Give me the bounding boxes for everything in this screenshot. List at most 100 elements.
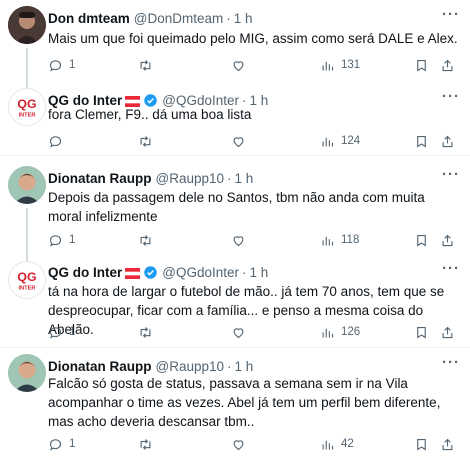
- views-button[interactable]: 126: [320, 323, 360, 341]
- timestamp[interactable]: 1 h: [235, 171, 254, 186]
- author-handle[interactable]: @QGdoInter: [162, 265, 239, 280]
- bookmark-button[interactable]: [414, 323, 429, 341]
- author-name[interactable]: Dionatan Raupp: [48, 359, 152, 374]
- author-name[interactable]: Don dmteam: [48, 11, 130, 26]
- reply-button[interactable]: [48, 132, 69, 150]
- svg-text:QG: QG: [17, 97, 36, 111]
- share-button[interactable]: [440, 56, 455, 74]
- tweet[interactable]: Don dmteam @DonDmteam · 1 h ··· Mais um …: [0, 0, 470, 82]
- share-button[interactable]: [440, 132, 455, 150]
- svg-text:QG: QG: [17, 270, 36, 284]
- retweet-icon: [140, 59, 151, 71]
- tweet-text: Mais um que foi queimado pelo MIG, assim…: [48, 31, 458, 46]
- timeline-feed: Don dmteam @DonDmteam · 1 h ··· Mais um …: [0, 0, 470, 457]
- author-handle[interactable]: @DonDmteam: [134, 11, 223, 26]
- like-button[interactable]: [231, 231, 252, 249]
- author-handle[interactable]: @Raupp10: [156, 171, 225, 186]
- avatar[interactable]: QG INTER: [8, 261, 46, 299]
- views-button[interactable]: 124: [320, 132, 360, 150]
- timestamp[interactable]: 1 h: [235, 359, 254, 374]
- tweet[interactable]: QG INTER QG do Inter @QGdoInter · 1 h ··…: [0, 82, 470, 154]
- bookmark-icon: [417, 135, 426, 148]
- views-button[interactable]: 118: [320, 231, 359, 249]
- share-button[interactable]: [440, 323, 455, 341]
- tweet[interactable]: Dionatan Raupp @Raupp10 · 1 h ··· Falcão…: [0, 348, 470, 457]
- svg-text:INTER: INTER: [18, 285, 35, 291]
- author-name[interactable]: Dionatan Raupp: [48, 171, 152, 186]
- more-options-icon[interactable]: ···: [442, 88, 460, 105]
- share-icon: [442, 326, 453, 338]
- share-icon: [442, 234, 453, 246]
- views-icon: [322, 440, 334, 449]
- avatar[interactable]: [8, 166, 46, 204]
- views-icon: [322, 137, 334, 146]
- timestamp[interactable]: 1 h: [234, 11, 253, 26]
- like-button[interactable]: [231, 435, 252, 453]
- heart-icon: [233, 60, 244, 71]
- reply-button[interactable]: 1: [48, 56, 75, 74]
- thread-line: [26, 48, 28, 82]
- more-options-icon[interactable]: ···: [442, 166, 460, 183]
- avatar[interactable]: [8, 354, 46, 392]
- bookmark-icon: [417, 59, 426, 72]
- heart-icon: [233, 136, 244, 147]
- bookmark-button[interactable]: [414, 56, 429, 74]
- reply-button[interactable]: 1: [48, 323, 75, 341]
- reply-icon: [49, 59, 62, 72]
- share-button[interactable]: [440, 231, 455, 249]
- tweet-header: Dionatan Raupp @Raupp10 · 1 h: [48, 169, 253, 187]
- thread-line: [26, 208, 28, 253]
- separator-dot: ·: [227, 358, 232, 374]
- austria-flag-icon: [125, 95, 141, 107]
- reply-count: 1: [69, 234, 76, 246]
- tweet-header: Dionatan Raupp @Raupp10 · 1 h: [48, 357, 253, 375]
- share-button[interactable]: [440, 435, 455, 453]
- heart-icon: [233, 327, 244, 338]
- tweet-header: Don dmteam @DonDmteam · 1 h: [48, 9, 253, 27]
- reply-count: 1: [69, 59, 76, 71]
- like-button[interactable]: [231, 56, 252, 74]
- retweet-button[interactable]: [138, 132, 159, 150]
- avatar[interactable]: QG INTER: [8, 88, 46, 126]
- bookmark-button[interactable]: [414, 231, 429, 249]
- views-count: 126: [341, 326, 361, 338]
- heart-icon: [233, 439, 244, 450]
- more-options-icon[interactable]: ···: [442, 354, 460, 371]
- avatar[interactable]: [8, 6, 46, 44]
- verified-badge-icon[interactable]: [143, 265, 158, 280]
- action-bar: 124: [48, 132, 462, 150]
- reply-icon: [49, 234, 62, 247]
- separator-dot: ·: [226, 10, 231, 26]
- retweet-button[interactable]: [138, 435, 159, 453]
- retweet-icon: [140, 438, 151, 450]
- tweet-text: fora Clemer, F9.. dá uma boa lista: [48, 107, 252, 122]
- retweet-button[interactable]: [138, 56, 159, 74]
- retweet-button[interactable]: [138, 231, 159, 249]
- views-button[interactable]: 131: [320, 56, 360, 74]
- more-options-icon[interactable]: ···: [442, 260, 460, 277]
- austria-flag-icon: [125, 267, 141, 279]
- bookmark-button[interactable]: [414, 132, 429, 150]
- tweet[interactable]: QG INTER QG do Inter @QGdoInter · 1 h ··…: [0, 253, 470, 347]
- more-options-icon[interactable]: ···: [442, 6, 460, 23]
- views-count: 131: [341, 59, 361, 71]
- author-name[interactable]: QG do Inter: [48, 265, 122, 280]
- reply-button[interactable]: 1: [48, 435, 75, 453]
- views-icon: [322, 236, 334, 245]
- share-icon: [442, 438, 453, 450]
- like-button[interactable]: [231, 132, 252, 150]
- timestamp[interactable]: 1 h: [250, 265, 269, 280]
- author-handle[interactable]: @Raupp10: [156, 359, 225, 374]
- reply-count: 1: [69, 438, 76, 450]
- reply-button[interactable]: 1: [48, 231, 75, 249]
- views-button[interactable]: 42: [320, 435, 354, 453]
- retweet-icon: [140, 135, 151, 147]
- like-button[interactable]: [231, 323, 252, 341]
- share-icon: [442, 135, 453, 147]
- heart-icon: [233, 235, 244, 246]
- bookmark-button[interactable]: [414, 435, 429, 453]
- views-icon: [322, 61, 334, 70]
- tweet[interactable]: Dionatan Raupp @Raupp10 · 1 h ··· Depois…: [0, 156, 470, 253]
- retweet-button[interactable]: [138, 323, 159, 341]
- views-icon: [322, 328, 334, 337]
